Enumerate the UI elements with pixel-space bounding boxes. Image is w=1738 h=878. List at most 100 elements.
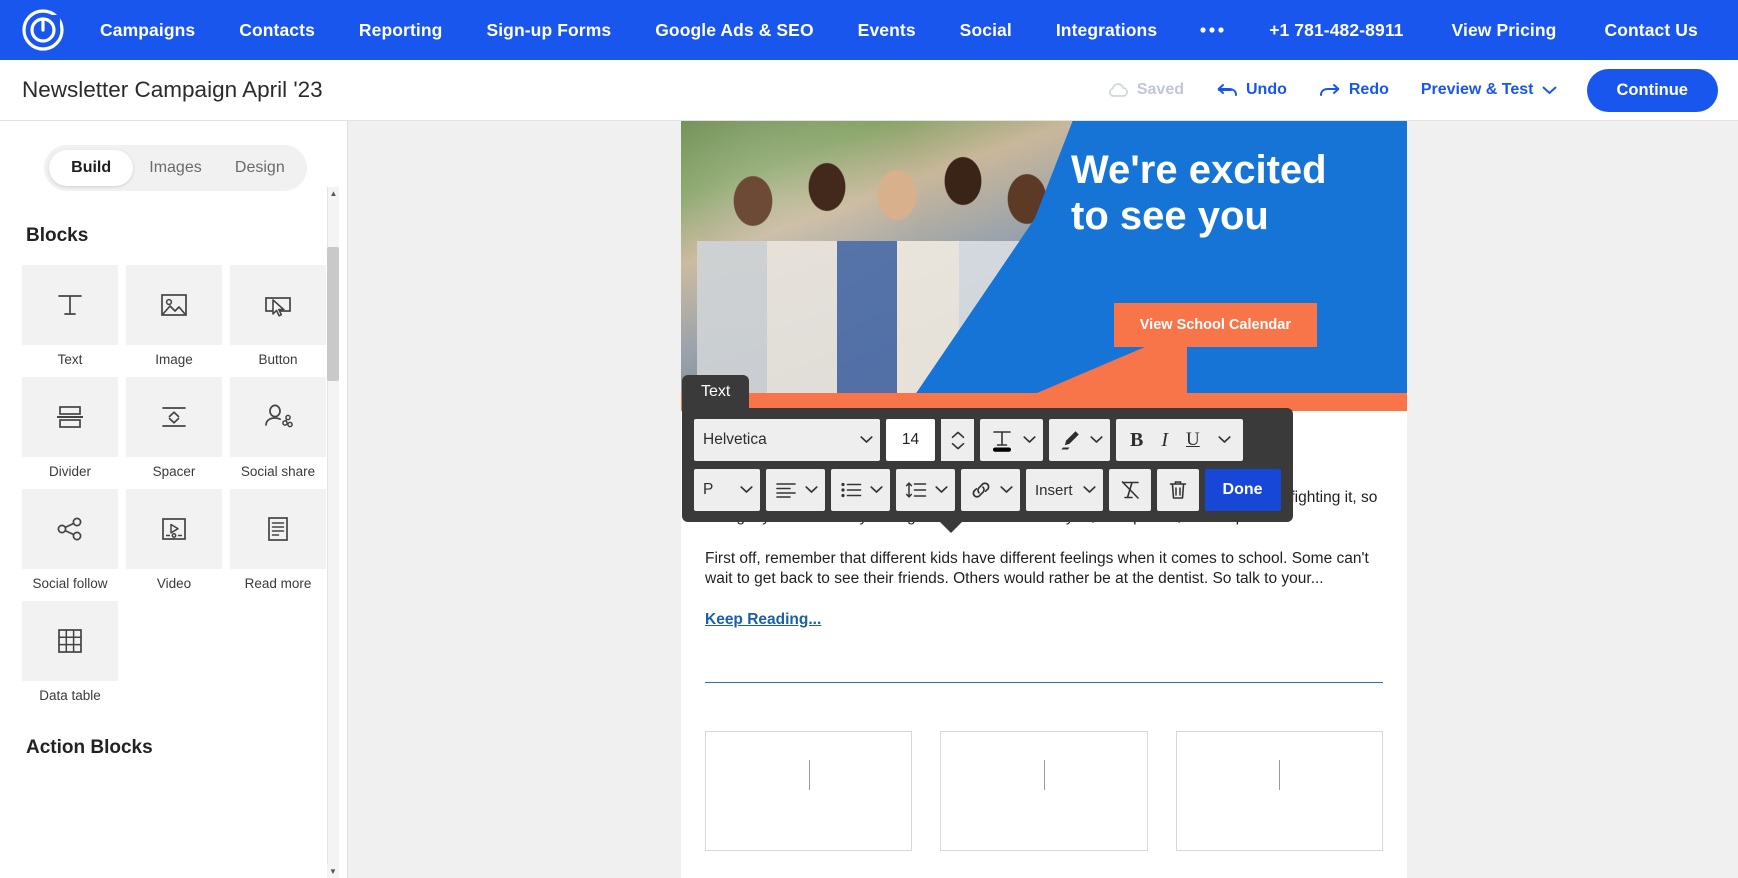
nav-item-social[interactable]: Social bbox=[938, 20, 1034, 41]
font-family-dropdown[interactable]: Helvetica bbox=[694, 419, 880, 461]
block-label: Social follow bbox=[32, 576, 108, 591]
page-title: Newsletter Campaign April '23 bbox=[22, 77, 323, 102]
block-label: Spacer bbox=[152, 464, 196, 479]
action-blocks-heading: Action Blocks bbox=[26, 737, 153, 758]
video-icon bbox=[126, 489, 222, 569]
top-navigation-bar: Campaigns Contacts Reporting Sign-up For… bbox=[0, 0, 1738, 60]
image-icon bbox=[126, 265, 222, 345]
block-data-table[interactable]: Data table bbox=[22, 601, 118, 703]
block-text[interactable]: Text bbox=[22, 265, 118, 367]
list-dropdown[interactable] bbox=[831, 469, 890, 511]
view-school-calendar-button[interactable]: View School Calendar bbox=[1113, 303, 1317, 347]
data-table-icon bbox=[22, 601, 118, 681]
nav-item-events[interactable]: Events bbox=[836, 20, 938, 41]
font-size-stepper[interactable] bbox=[941, 419, 974, 461]
block-divider[interactable]: Divider bbox=[22, 377, 118, 479]
font-size-input[interactable] bbox=[886, 419, 935, 461]
paragraph-style-dropdown[interactable]: P bbox=[694, 469, 760, 511]
nav-item-integrations[interactable]: Integrations bbox=[1034, 20, 1179, 41]
highlight-color-dropdown[interactable] bbox=[1049, 419, 1110, 461]
highlighter-icon bbox=[1058, 428, 1082, 452]
email-card-row bbox=[705, 730, 1383, 851]
text-style-group: B I U bbox=[1116, 419, 1243, 461]
spacer-icon bbox=[126, 377, 222, 457]
toolbar-tab-label: Text bbox=[682, 375, 750, 408]
nav-item-view-pricing[interactable]: View Pricing bbox=[1428, 20, 1581, 41]
nav-item-google-ads-seo[interactable]: Google Ads & SEO bbox=[633, 20, 835, 41]
done-button[interactable]: Done bbox=[1204, 469, 1281, 511]
tab-images[interactable]: Images bbox=[133, 150, 217, 186]
block-label: Video bbox=[156, 576, 192, 591]
text-align-dropdown[interactable] bbox=[766, 469, 825, 511]
chevron-down-icon bbox=[1082, 485, 1096, 496]
nav-item-signup-forms[interactable]: Sign-up Forms bbox=[464, 20, 633, 41]
read-more-icon bbox=[230, 489, 326, 569]
scroll-down-icon[interactable]: ▼ bbox=[327, 864, 339, 878]
undo-button[interactable]: Undo bbox=[1200, 81, 1303, 99]
redo-label: Redo bbox=[1348, 81, 1389, 98]
nav-item-contact-us[interactable]: Contact Us bbox=[1580, 20, 1721, 41]
block-social-share[interactable]: Social share bbox=[230, 377, 326, 479]
block-image[interactable]: Image bbox=[126, 265, 222, 367]
trash-icon bbox=[1168, 479, 1188, 501]
chevron-down-icon bbox=[1000, 485, 1013, 496]
keep-reading-link[interactable]: Keep Reading... bbox=[705, 611, 821, 629]
chevron-down-icon bbox=[740, 485, 753, 496]
nav-item-contacts[interactable]: Contacts bbox=[217, 20, 337, 41]
font-color-dropdown[interactable] bbox=[980, 419, 1043, 461]
preview-and-test-label: Preview & Test bbox=[1420, 81, 1534, 98]
chevron-down-icon bbox=[935, 485, 948, 496]
underline-button[interactable]: U bbox=[1186, 429, 1200, 451]
more-menu-icon[interactable] bbox=[1179, 26, 1245, 34]
sidebar-tabs: Build Images Design bbox=[44, 145, 307, 191]
constant-contact-logo[interactable] bbox=[22, 9, 64, 51]
block-label: Data table bbox=[39, 688, 101, 703]
undo-icon bbox=[1216, 82, 1238, 98]
block-button[interactable]: Button bbox=[230, 265, 326, 367]
clear-formatting-button[interactable] bbox=[1108, 469, 1151, 511]
nav-item-phone[interactable]: +1 781-482-8911 bbox=[1245, 20, 1427, 41]
bulleted-list-icon bbox=[840, 481, 862, 499]
toolbar-panel: Helvetica 14 B I U P Insert Done bbox=[682, 408, 1293, 533]
line-spacing-dropdown[interactable] bbox=[896, 469, 955, 511]
toolbar-row-1: Helvetica 14 B I U bbox=[694, 419, 1281, 461]
tab-build[interactable]: Build bbox=[49, 150, 134, 186]
chevron-down-icon bbox=[1542, 85, 1557, 95]
align-left-icon bbox=[775, 481, 797, 499]
email-paragraph-2[interactable]: First off, remember that different kids … bbox=[705, 549, 1383, 589]
preview-and-test-dropdown[interactable]: Preview & Test bbox=[1405, 81, 1573, 99]
italic-button[interactable]: I bbox=[1161, 429, 1168, 452]
nav-item-reporting[interactable]: Reporting bbox=[337, 20, 465, 41]
sidebar-scrollbar-thumb[interactable] bbox=[327, 247, 339, 381]
block-spacer[interactable]: Spacer bbox=[126, 377, 222, 479]
font-family-value: Helvetica bbox=[703, 431, 767, 448]
chevron-down-icon bbox=[1023, 435, 1036, 446]
block-read-more[interactable]: Read more bbox=[230, 489, 326, 591]
secondary-nav-links: +1 781-482-8911 View Pricing Contact Us … bbox=[1245, 20, 1738, 41]
email-card[interactable] bbox=[1175, 730, 1383, 851]
text-color-icon bbox=[989, 427, 1015, 453]
nav-item-help[interactable]: Help bbox=[1722, 20, 1738, 41]
email-card[interactable] bbox=[705, 730, 913, 851]
tab-design[interactable]: Design bbox=[218, 150, 302, 186]
text-formatting-toolbar: Text Helvetica 14 B I U P Insert Done bbox=[682, 375, 1293, 533]
email-card[interactable] bbox=[940, 730, 1148, 851]
block-label: Text bbox=[57, 352, 83, 367]
chevron-down-icon[interactable] bbox=[1218, 435, 1231, 446]
link-dropdown[interactable] bbox=[961, 469, 1020, 511]
hero-banner-block[interactable]: We're excited to see you View School Cal… bbox=[681, 121, 1407, 393]
social-share-icon bbox=[230, 377, 326, 457]
save-status: Saved bbox=[1091, 81, 1200, 99]
scroll-up-icon[interactable]: ▲ bbox=[328, 187, 339, 199]
email-divider bbox=[705, 681, 1383, 683]
insert-dropdown[interactable]: Insert bbox=[1026, 469, 1103, 511]
line-spacing-icon bbox=[905, 481, 927, 499]
chevron-down-icon bbox=[860, 435, 873, 446]
bold-button[interactable]: B bbox=[1130, 429, 1143, 452]
redo-button[interactable]: Redo bbox=[1303, 81, 1405, 99]
continue-button[interactable]: Continue bbox=[1586, 68, 1718, 112]
nav-item-campaigns[interactable]: Campaigns bbox=[78, 20, 217, 41]
block-video[interactable]: Video bbox=[126, 489, 222, 591]
delete-block-button[interactable] bbox=[1156, 469, 1199, 511]
block-social-follow[interactable]: Social follow bbox=[22, 489, 118, 591]
